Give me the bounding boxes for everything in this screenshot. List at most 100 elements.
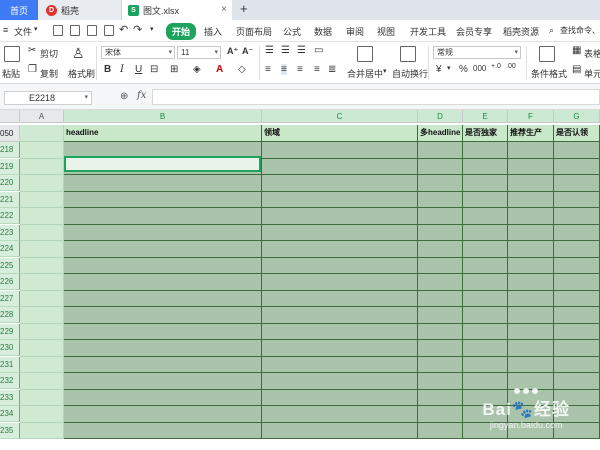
cell-a[interactable] xyxy=(20,257,64,274)
font-size-select[interactable]: 11 ▾ xyxy=(177,46,221,59)
row-header[interactable]: 228 xyxy=(0,307,20,323)
column-header-f[interactable]: F xyxy=(508,110,554,123)
print-preview-icon[interactable] xyxy=(104,25,114,36)
cell-b[interactable] xyxy=(64,175,262,192)
cell-a[interactable] xyxy=(20,389,64,406)
column-header-c[interactable]: C xyxy=(262,110,418,123)
align-top-icon[interactable]: ☰ xyxy=(265,45,274,56)
align-bottom-icon[interactable]: ☰ xyxy=(297,45,306,56)
align-left-icon[interactable]: ≡ xyxy=(265,64,271,75)
cell-b[interactable] xyxy=(64,208,262,225)
cell-f[interactable] xyxy=(508,356,554,373)
thousands-button[interactable]: 000 xyxy=(473,64,486,73)
cell-d[interactable] xyxy=(418,422,463,439)
merge-center-button[interactable]: 合并居中 xyxy=(347,67,383,80)
cell-c[interactable] xyxy=(262,356,418,373)
table-style-icon[interactable]: ▦ xyxy=(572,45,581,56)
ribbon-tab-view[interactable]: 视图 xyxy=(377,25,395,38)
currency-icon[interactable]: ¥ xyxy=(436,64,442,75)
command-search-input[interactable]: 查找命令、 xyxy=(560,25,600,36)
cell-d[interactable] xyxy=(418,208,463,225)
cell-g[interactable] xyxy=(554,290,600,307)
column-header-d[interactable]: D xyxy=(418,110,463,123)
ribbon-tab-insert[interactable]: 插入 xyxy=(204,25,222,38)
clear-format-icon[interactable]: ◇ xyxy=(238,64,246,75)
underline-icon[interactable]: U xyxy=(135,64,142,75)
header-cell-domain[interactable]: 领域 xyxy=(262,125,418,142)
print-icon[interactable] xyxy=(87,25,97,36)
ribbon-tab-page-layout[interactable]: 页面布局 xyxy=(236,25,272,38)
row-header[interactable]: 229 xyxy=(0,323,20,340)
cell-f[interactable] xyxy=(508,241,554,258)
row-header[interactable]: 231 xyxy=(0,356,20,373)
cell-a[interactable] xyxy=(20,142,64,159)
cell-a[interactable] xyxy=(20,191,64,208)
ribbon-tab-developer[interactable]: 开发工具 xyxy=(410,25,446,38)
cell-e[interactable] xyxy=(463,274,508,291)
tab-workbook[interactable]: S 图文.xlsx × xyxy=(122,0,232,20)
cell-b[interactable] xyxy=(64,406,262,423)
search-icon[interactable]: ⌕ xyxy=(549,25,554,36)
row-header[interactable]: 223 xyxy=(0,224,20,241)
conditional-format-button[interactable]: 条件格式 xyxy=(531,67,567,80)
cell-b[interactable] xyxy=(64,422,262,439)
cell-c[interactable] xyxy=(262,224,418,241)
cell-a[interactable] xyxy=(20,274,64,291)
cell-c[interactable] xyxy=(262,290,418,307)
cell-a[interactable] xyxy=(20,158,64,175)
format-painter-icon[interactable]: ♙ xyxy=(72,45,85,62)
row-header[interactable]: 227 xyxy=(0,290,20,307)
cell-d[interactable] xyxy=(418,158,463,175)
cell-c[interactable] xyxy=(262,389,418,406)
header-cell-claimed[interactable]: 是否认领 xyxy=(554,125,600,142)
file-dropdown-icon[interactable]: ▾ xyxy=(34,25,38,33)
cell-d[interactable] xyxy=(418,290,463,307)
row-header[interactable]: 219 xyxy=(0,158,20,175)
wrap-text-button[interactable]: 自动换行 xyxy=(392,67,428,80)
row-header[interactable]: 221 xyxy=(0,191,20,208)
ribbon-tab-member[interactable]: 会员专享 xyxy=(456,25,492,38)
save-icon[interactable] xyxy=(53,25,63,36)
cell-a[interactable] xyxy=(20,208,64,225)
cell-d[interactable] xyxy=(418,406,463,423)
cell-g[interactable] xyxy=(554,208,600,225)
export-icon[interactable] xyxy=(70,25,80,36)
row-header[interactable]: 050 xyxy=(0,125,20,142)
cell-f[interactable] xyxy=(508,290,554,307)
row-header[interactable]: 234 xyxy=(0,406,20,422)
cell-g[interactable] xyxy=(554,274,600,291)
cell-g[interactable] xyxy=(554,356,600,373)
format-painter-button[interactable]: 格式刷 xyxy=(68,67,95,80)
cell-e[interactable] xyxy=(463,142,508,159)
cell-a[interactable] xyxy=(20,224,64,241)
file-menu[interactable]: 文件 xyxy=(14,25,32,38)
cell-style-icon[interactable]: ▤ xyxy=(572,64,581,75)
ribbon-tab-start[interactable]: 开始 xyxy=(166,23,197,40)
cell-e[interactable] xyxy=(463,175,508,192)
cell-d[interactable] xyxy=(418,373,463,390)
cell-b[interactable] xyxy=(64,224,262,241)
row-header[interactable]: 230 xyxy=(0,340,20,356)
number-format-select[interactable]: 常规 ▾ xyxy=(433,46,521,59)
ribbon-tab-data[interactable]: 数据 xyxy=(314,25,332,38)
cell-b[interactable] xyxy=(64,340,262,357)
cell-c[interactable] xyxy=(262,274,418,291)
function-icon[interactable]: fx xyxy=(137,90,146,101)
cell-c[interactable] xyxy=(262,175,418,192)
cell-b[interactable] xyxy=(64,241,262,258)
cell-d[interactable] xyxy=(418,241,463,258)
cell-f[interactable] xyxy=(508,274,554,291)
cell-a[interactable] xyxy=(20,356,64,373)
distribute-icon[interactable]: ≣ xyxy=(328,64,336,75)
copy-icon[interactable]: ❐ xyxy=(28,64,37,75)
cell-c[interactable] xyxy=(262,241,418,258)
strikethrough-icon[interactable]: ⊟ xyxy=(150,64,158,75)
table-style-button[interactable]: 表格 xyxy=(584,47,600,60)
row-header[interactable]: 226 xyxy=(0,274,20,290)
cell-b[interactable] xyxy=(64,389,262,406)
borders-icon[interactable]: ⊞ xyxy=(170,64,178,75)
cell-b[interactable] xyxy=(64,290,262,307)
cell-g[interactable] xyxy=(554,257,600,274)
cell-f[interactable] xyxy=(508,208,554,225)
scissors-icon[interactable]: ✂ xyxy=(28,45,36,56)
